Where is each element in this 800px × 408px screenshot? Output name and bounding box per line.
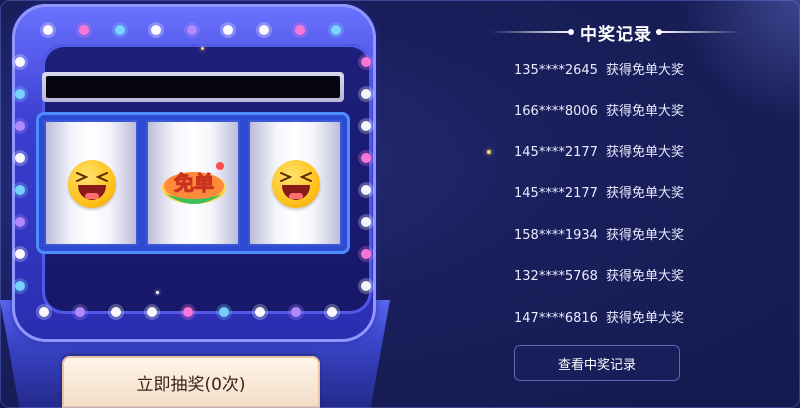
free-order-logo-icon: 免单 — [162, 162, 226, 204]
record-prize: 获得免单大奖 — [606, 311, 685, 326]
laughing-emoji-icon — [68, 160, 116, 208]
slot-machine: 免单 立即抽奖(0次) — [0, 0, 390, 408]
sparkle — [156, 291, 159, 294]
record-prize: 获得免单大奖 — [606, 228, 685, 243]
laughing-emoji-icon — [272, 160, 320, 208]
record-row: 145****2177 获得免单大奖 — [514, 182, 684, 202]
record-prize: 获得免单大奖 — [606, 104, 685, 119]
record-prize: 获得免单大奖 — [606, 269, 685, 284]
record-prize: 获得免单大奖 — [606, 145, 685, 160]
record-phone: 135****2645 — [514, 63, 598, 78]
reel-3 — [248, 120, 342, 246]
record-row: 158****1934 获得免单大奖 — [514, 224, 684, 244]
reel-1 — [44, 120, 138, 246]
record-phone: 132****5768 — [514, 269, 598, 284]
title-divider-right — [660, 31, 742, 33]
reel-2: 免单 — [146, 120, 240, 246]
sparkle — [201, 47, 204, 50]
records-title: 中奖记录 — [580, 25, 652, 45]
record-phone: 145****2177 — [514, 186, 598, 201]
display-screen — [46, 76, 340, 98]
sparkle — [487, 150, 491, 154]
record-phone: 158****1934 — [514, 228, 598, 243]
title-divider-left — [490, 31, 572, 33]
winning-records: 中奖记录 135****2645 获得免单大奖 166****8006 获得免单大奖… — [450, 0, 800, 408]
record-row: 145****2177 获得免单大奖 — [514, 141, 684, 161]
record-phone: 147****6816 — [514, 311, 598, 326]
records-header: 中奖记录 — [450, 20, 770, 45]
record-row: 132****5768 获得免单大奖 — [514, 265, 684, 285]
reel-window: 免单 — [36, 112, 350, 254]
draw-now-button[interactable]: 立即抽奖(0次) — [62, 356, 320, 408]
free-logo-text: 免单 — [174, 171, 214, 195]
title-dot-left — [568, 29, 574, 35]
record-row: 166****8006 获得免单大奖 — [514, 100, 684, 120]
record-prize: 获得免单大奖 — [606, 63, 685, 78]
record-phone: 166****8006 — [514, 104, 598, 119]
record-prize: 获得免单大奖 — [606, 186, 685, 201]
view-records-button[interactable]: 查看中奖记录 — [514, 345, 680, 381]
machine-display — [42, 72, 344, 102]
record-row: 147****6816 获得免单大奖 — [514, 307, 684, 327]
lottery-panel: 免单 立即抽奖(0次) 中奖记录 135****2645 获得免单大奖 166*… — [0, 0, 800, 408]
record-phone: 145****2177 — [514, 145, 598, 160]
record-row: 135****2645 获得免单大奖 — [514, 59, 684, 79]
